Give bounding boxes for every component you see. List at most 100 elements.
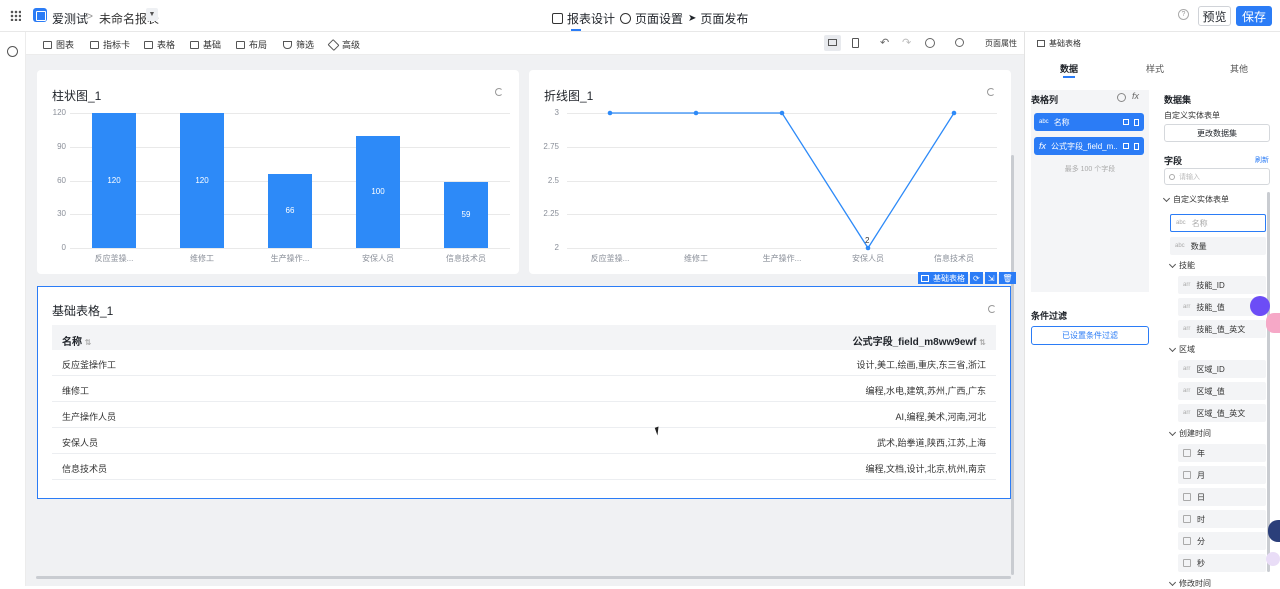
tab-page-publish[interactable]: ➤ 页面发布 <box>688 10 748 27</box>
field-item[interactable]: arr 区域_ID <box>1178 360 1266 378</box>
tool-label: 图表 <box>56 40 75 50</box>
help-icon[interactable]: ? <box>1178 9 1189 20</box>
save-button[interactable]: 保存 <box>1236 6 1272 26</box>
table-column-chip[interactable]: abc 名称 <box>1034 113 1144 131</box>
search-icon[interactable] <box>955 38 964 47</box>
x-tick-label: 维修工 <box>190 254 214 263</box>
table-row[interactable]: 信息技术员 编程,文档,设计,北京,杭州,南京 <box>52 454 996 480</box>
toolbar-filter[interactable]: 筛选 <box>283 38 314 51</box>
toolbar-basic[interactable]: 基础 <box>190 38 221 51</box>
redo-icon[interactable]: ↷ <box>902 36 911 49</box>
formula-icon: fx <box>1039 141 1047 151</box>
selected-tag[interactable]: 基础表格 <box>918 272 968 284</box>
field-item[interactable]: arr 区域_值_英文 <box>1178 404 1266 422</box>
page-properties-button[interactable]: 页面属性 <box>985 38 1017 49</box>
delete-icon[interactable]: 🗑 <box>999 272 1016 284</box>
toolbar-layout[interactable]: 布局 <box>236 38 267 51</box>
field-group[interactable]: 区域 <box>1168 344 1195 355</box>
helper-icon[interactable] <box>1268 520 1280 542</box>
table-column-chip[interactable]: fx 公式字段_field_m... <box>1034 137 1144 155</box>
field-group[interactable]: 创建时间 <box>1168 428 1211 439</box>
x-tick-label: 反应釜操... <box>94 254 134 263</box>
date-icon <box>1183 537 1191 545</box>
history-icon[interactable] <box>925 38 935 48</box>
field-item[interactable]: 日 <box>1178 488 1266 506</box>
canvas-scrollbar[interactable] <box>1011 155 1014 575</box>
date-icon <box>1183 493 1191 501</box>
field-item[interactable]: arr 技能_值_英文 <box>1178 320 1266 338</box>
refresh-icon[interactable] <box>495 88 503 96</box>
field-item[interactable]: 秒 <box>1178 554 1266 572</box>
chevron-down-icon <box>1162 194 1171 202</box>
tab-other[interactable]: 其他 <box>1219 62 1259 75</box>
edit-icon[interactable] <box>1123 119 1129 125</box>
export-icon[interactable]: ⇲ <box>984 272 998 284</box>
field-item[interactable]: 分 <box>1178 532 1266 550</box>
column-header-formula[interactable]: 公式字段_field_m8ww9ewf ⇅ <box>853 333 986 348</box>
brain-icon[interactable] <box>1266 552 1280 566</box>
field-item[interactable]: arr 区域_值 <box>1178 382 1266 400</box>
assistant-icon[interactable] <box>1250 296 1270 316</box>
field-item[interactable]: abc 名称 <box>1170 214 1266 232</box>
toolbar-table[interactable]: 表格 <box>144 38 175 51</box>
table-row[interactable]: 反应釜操作工 设计,美工,绘画,重庆,东三省,浙江 <box>52 350 996 376</box>
apps-grid-icon[interactable] <box>10 10 21 21</box>
field-label: 技能_ID <box>1196 280 1225 290</box>
fields-title: 字段 <box>1164 156 1183 166</box>
date-icon <box>1183 515 1191 523</box>
field-item[interactable]: 年 <box>1178 444 1266 462</box>
y-tick-label: 2.75 <box>543 141 559 151</box>
layout-icon <box>236 40 245 49</box>
tab-page-settings[interactable]: 页面设置 <box>620 10 683 27</box>
tab-data[interactable]: 数据 <box>1049 62 1089 75</box>
chevron-down-icon[interactable]: ▼ <box>146 8 158 21</box>
edit-icon[interactable] <box>1123 143 1129 149</box>
desktop-view-button[interactable] <box>824 35 841 51</box>
delete-icon[interactable] <box>1134 118 1139 126</box>
tab-report-design[interactable]: 报表设计 <box>552 10 615 27</box>
field-item[interactable]: arr 技能_ID <box>1178 276 1266 294</box>
change-dataset-button[interactable]: 更改数据集 <box>1164 124 1270 142</box>
field-label: 数量 <box>1190 241 1207 251</box>
column-header-name[interactable]: 名称 ⇅ <box>62 333 91 348</box>
app-name[interactable]: 爱测试 <box>52 10 88 27</box>
formula-icon[interactable]: fx <box>1132 91 1139 101</box>
table-row[interactable]: 维修工 编程,水电,建筑,苏州,广西,广东 <box>52 376 996 402</box>
header-label: 名称 <box>62 337 82 348</box>
cell-formula: 编程,文档,设计,北京,杭州,南京 <box>865 464 986 474</box>
toolbar-chart[interactable]: 图表 <box>43 38 74 51</box>
delete-icon[interactable] <box>1134 142 1139 150</box>
field-group[interactable]: 自定义实体表单 <box>1162 194 1229 205</box>
refresh-icon[interactable] <box>987 88 995 96</box>
field-search[interactable]: 请输入 <box>1164 168 1270 185</box>
refresh-icon[interactable]: ⟳ <box>970 272 983 284</box>
field-group[interactable]: 技能 <box>1168 260 1195 271</box>
filter-button[interactable]: 已设置条件过滤 <box>1031 326 1149 345</box>
toolbar-metric-card[interactable]: 指标卡 <box>90 38 130 51</box>
refresh-link[interactable]: 刷新 <box>1255 155 1269 165</box>
settings-icon[interactable] <box>1117 93 1126 102</box>
field-item[interactable]: 月 <box>1178 466 1266 484</box>
globe-icon[interactable] <box>7 46 18 57</box>
search-input[interactable]: 请输入 <box>1179 172 1200 182</box>
refresh-icon[interactable] <box>988 305 996 313</box>
canvas-h-scrollbar[interactable] <box>36 576 1011 579</box>
x-tick-label: 安保人员 <box>852 254 884 263</box>
table-icon <box>1037 40 1045 47</box>
line-chart-card[interactable]: 折线图_1 <box>529 70 1011 274</box>
undo-icon[interactable]: ↶ <box>880 36 889 49</box>
sort-icon[interactable]: ⇅ <box>85 338 92 347</box>
array-type-icon: arr <box>1183 410 1191 416</box>
tab-style[interactable]: 样式 <box>1135 62 1175 75</box>
panel-scrollbar[interactable] <box>1267 192 1270 572</box>
sort-icon[interactable]: ⇅ <box>979 338 986 347</box>
field-item[interactable]: 时 <box>1178 510 1266 528</box>
table-row[interactable]: 生产操作人员 AI,编程,美术,河南,河北 <box>52 402 996 428</box>
field-item[interactable]: abc 数量 <box>1170 237 1266 255</box>
toolbar-advanced[interactable]: 高级 <box>327 38 360 51</box>
mobile-icon[interactable] <box>852 38 859 48</box>
table-row[interactable]: 安保人员 武术,跆拳道,陕西,江苏,上海 <box>52 428 996 454</box>
field-group[interactable]: 修改时间 <box>1168 578 1211 589</box>
preview-button[interactable]: 预览 <box>1198 6 1231 26</box>
side-tab-icon[interactable] <box>1266 313 1280 333</box>
